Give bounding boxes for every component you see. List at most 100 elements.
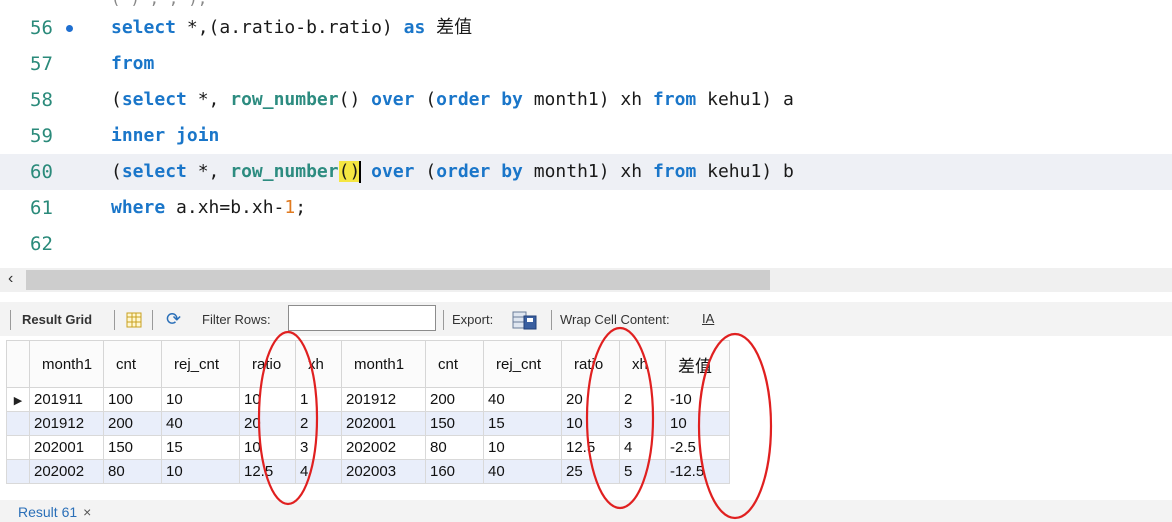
table-cell[interactable]: 150 [103,435,162,460]
code-text: select *,(a.ratio-b.ratio) as 差值 [111,17,473,38]
column-header-2[interactable]: rej_cnt [161,340,240,388]
table-row[interactable]: 201912 200 40 20 2 202001 150 15 10 3 10 [6,411,730,436]
table-cell[interactable]: 202001 [341,411,426,436]
grid-columns-icon[interactable] [126,312,142,328]
table-cell[interactable]: 40 [161,411,240,436]
table-cell[interactable]: 201912 [29,411,104,436]
table-cell[interactable]: -2.5 [665,435,730,460]
tab-result-61[interactable]: Result 61 × [18,504,91,520]
table-cell[interactable]: 40 [483,387,562,412]
column-header-7[interactable]: rej_cnt [483,340,562,388]
line-number: 58 [30,89,53,111]
column-header-5[interactable]: month1 [341,340,426,388]
editor-line-60[interactable]: 60 (select *, row_number() over (order by… [0,154,1172,190]
row-indicator[interactable] [6,411,30,436]
table-row[interactable]: 202001 150 15 10 3 202002 80 10 12.5 4 -2.5 [6,435,730,460]
table-cell[interactable]: 100 [103,387,162,412]
editor-line-57[interactable]: 57 from [0,46,1172,82]
table-cell[interactable]: 10 [239,435,296,460]
result-grid: month1 cnt rej_cnt ratio xh month1 cnt rej_cnt r… [6,340,730,484]
row-indicator[interactable]: ▶ [6,387,30,412]
table-cell[interactable]: -12.5 [665,459,730,484]
table-cell[interactable]: 80 [103,459,162,484]
column-header-6[interactable]: cnt [425,340,484,388]
export-label: Export: [452,312,494,327]
table-row[interactable]: ▶ 201911 100 10 10 1 201912 200 40 20 2 -10 [6,387,730,412]
table-cell[interactable]: 150 [425,411,484,436]
row-indicator[interactable] [6,435,30,460]
line-number: 57 [30,53,53,75]
table-cell[interactable]: 10 [561,411,620,436]
line-number: 62 [30,233,53,255]
table-cell[interactable]: 1 [295,387,342,412]
table-cell[interactable]: 160 [425,459,484,484]
table-cell[interactable]: 3 [619,411,666,436]
row-indicator-header [6,340,30,388]
close-icon[interactable]: × [83,504,91,520]
table-cell[interactable]: 200 [103,411,162,436]
line-number: 59 [30,125,53,147]
refresh-icon[interactable]: ⟳ [166,310,188,328]
table-cell[interactable]: 25 [561,459,620,484]
filter-rows-input[interactable] [288,305,436,331]
row-indicator[interactable] [6,459,30,484]
toolbar-separator [152,310,153,330]
sql-editor[interactable]: ( ) , , ); 56 select *,(a.ratio-b.ratio) … [0,0,1172,266]
editor-line-56[interactable]: 56 select *,(a.ratio-b.ratio) as 差值 [0,10,1172,46]
table-cell[interactable]: 12.5 [239,459,296,484]
column-header-0[interactable]: month1 [29,340,104,388]
toolbar-separator [10,310,11,330]
table-row[interactable]: 202002 80 10 12.5 4 202003 160 40 25 5 -12.5 [6,459,730,484]
scroll-left-arrow-icon[interactable]: ‹ [8,270,13,288]
editor-line-62[interactable]: 62 [0,226,1172,262]
table-cell[interactable]: 4 [295,459,342,484]
table-cell[interactable]: 10 [239,387,296,412]
table-cell[interactable]: 202002 [341,435,426,460]
table-cell[interactable]: 202003 [341,459,426,484]
column-header-4[interactable]: xh [295,340,342,388]
line-number: 61 [30,197,53,219]
editor-horizontal-scrollbar[interactable]: ‹ [0,268,1172,292]
column-header-9[interactable]: xh [619,340,666,388]
table-cell[interactable]: 20 [561,387,620,412]
table-cell[interactable]: 200 [425,387,484,412]
table-cell[interactable]: 3 [295,435,342,460]
code-text: where a.xh=b.xh-1; [111,197,307,218]
current-row-arrow-icon: ▶ [13,395,23,407]
table-cell[interactable]: 10 [665,411,730,436]
wrap-cell-content-label: Wrap Cell Content: [560,312,670,327]
table-cell[interactable]: -10 [665,387,730,412]
table-cell[interactable]: 10 [161,459,240,484]
editor-line-61[interactable]: 61 where a.xh=b.xh-1; [0,190,1172,226]
table-cell[interactable]: 201912 [341,387,426,412]
table-cell[interactable]: 5 [619,459,666,484]
editor-line-59[interactable]: 59 inner join [0,118,1172,154]
editor-line-58[interactable]: 58 (select *, row_number() over (order by… [0,82,1172,118]
table-cell[interactable]: 202001 [29,435,104,460]
table-cell[interactable]: 40 [483,459,562,484]
table-cell[interactable]: 202002 [29,459,104,484]
table-cell[interactable]: 12.5 [561,435,620,460]
table-cell[interactable]: 2 [295,411,342,436]
table-cell[interactable]: 10 [161,387,240,412]
table-cell[interactable]: 2 [619,387,666,412]
export-icon[interactable] [512,309,538,331]
table-cell[interactable]: 201911 [29,387,104,412]
table-cell[interactable]: 20 [239,411,296,436]
table-cell[interactable]: 4 [619,435,666,460]
column-header-8[interactable]: ratio [561,340,620,388]
column-header-10[interactable]: 差值 [665,340,730,388]
table-cell[interactable]: 15 [483,411,562,436]
line-number: 56 [30,17,53,39]
result-grid-button[interactable]: Result Grid [22,311,92,329]
table-cell[interactable]: 15 [161,435,240,460]
wrap-cell-content-icon[interactable]: IA [702,311,714,326]
table-cell[interactable]: 10 [483,435,562,460]
column-header-1[interactable]: cnt [103,340,162,388]
table-cell[interactable]: 80 [425,435,484,460]
scrollbar-thumb[interactable] [26,270,770,290]
line-number: 60 [30,161,53,183]
code-text: (select *, row_number() over (order by m… [111,89,794,110]
toolbar-separator [443,310,444,330]
column-header-3[interactable]: ratio [239,340,296,388]
